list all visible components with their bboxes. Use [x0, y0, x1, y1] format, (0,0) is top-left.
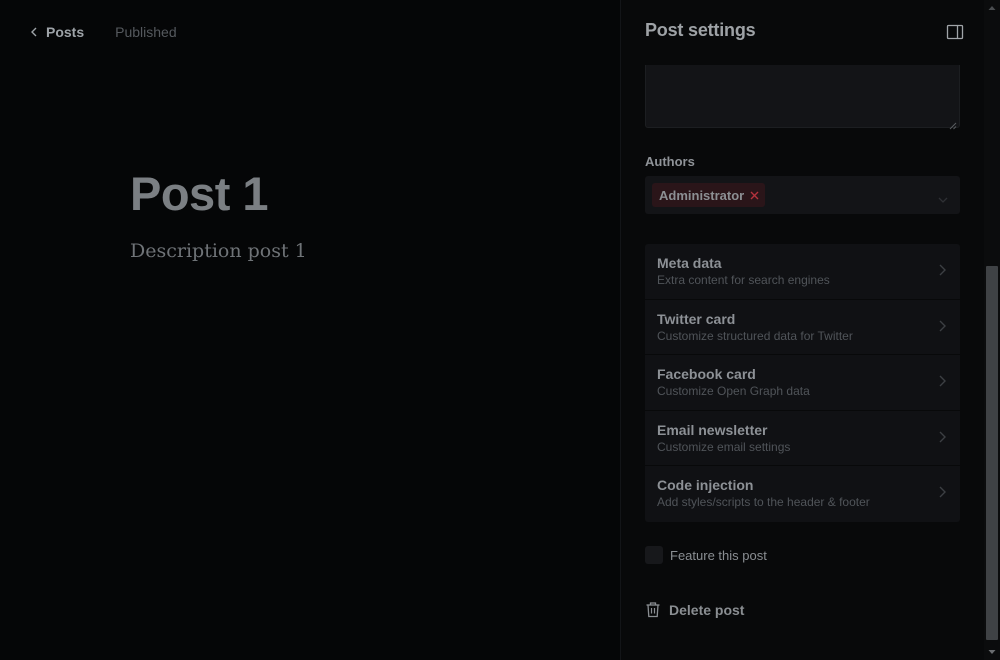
- resize-handle-icon[interactable]: [949, 117, 957, 130]
- post-body[interactable]: Description post 1: [130, 240, 307, 262]
- menu-item-subtitle: Customize Open Graph data: [657, 384, 810, 399]
- settings-menu: Meta data Extra content for search engin…: [645, 244, 960, 522]
- sidebar-toggle-icon[interactable]: [946, 24, 964, 40]
- menu-item-subtitle: Customize email settings: [657, 439, 791, 454]
- back-to-posts-link[interactable]: Posts: [30, 24, 84, 40]
- authors-select[interactable]: Administrator: [645, 176, 960, 214]
- email-newsletter-item[interactable]: Email newsletter Customize email setting…: [645, 411, 960, 467]
- chevron-right-icon: [938, 430, 946, 444]
- chevron-left-icon: [30, 25, 38, 39]
- author-name: Administrator: [659, 187, 745, 203]
- scroll-down-icon[interactable]: [984, 644, 1000, 660]
- back-label: Posts: [46, 24, 85, 40]
- meta-data-item[interactable]: Meta data Extra content for search engin…: [645, 244, 960, 300]
- editor-header: Posts Published: [30, 24, 177, 40]
- excerpt-textarea[interactable]: [645, 65, 960, 130]
- chevron-down-icon: [938, 191, 948, 203]
- feature-post-toggle[interactable]: Feature this post: [645, 546, 767, 564]
- scroll-thumb[interactable]: [986, 266, 998, 640]
- chevron-right-icon: [938, 319, 946, 333]
- menu-item-subtitle: Extra content for search engines: [657, 273, 830, 287]
- twitter-card-item[interactable]: Twitter card Customize structured data f…: [645, 300, 960, 356]
- chevron-right-icon: [938, 485, 946, 499]
- code-injection-item[interactable]: Code injection Add styles/scripts to the…: [645, 466, 960, 522]
- scroll-up-icon[interactable]: [984, 0, 1000, 16]
- panel-title: Post settings: [645, 20, 756, 40]
- post-editor: Posts Published Post 1 Description post …: [0, 0, 620, 660]
- chevron-right-icon: [938, 374, 946, 388]
- author-tag: Administrator: [652, 183, 766, 207]
- menu-item-title: Meta data: [657, 255, 722, 271]
- menu-item-title: Code injection: [657, 477, 754, 494]
- close-icon[interactable]: [750, 191, 759, 200]
- menu-item-subtitle: Customize structured data for Twitter: [657, 328, 853, 343]
- facebook-card-item[interactable]: Facebook card Customize Open Graph data: [645, 355, 960, 411]
- menu-item-subtitle: Add styles/scripts to the header & foote…: [657, 495, 870, 510]
- delete-post-button[interactable]: Delete post: [645, 601, 744, 618]
- menu-item-title: Email newsletter: [657, 421, 768, 438]
- chevron-right-icon: [938, 263, 946, 277]
- menu-item-title: Facebook card: [657, 366, 756, 383]
- post-status: Published: [115, 24, 177, 40]
- feature-label: Feature this post: [670, 547, 767, 563]
- delete-label: Delete post: [669, 601, 745, 618]
- trash-icon: [645, 601, 661, 618]
- post-title[interactable]: Post 1: [130, 166, 269, 221]
- panel-scrollbar[interactable]: [984, 0, 1000, 660]
- menu-item-title: Twitter card: [657, 310, 736, 327]
- authors-label: Authors: [645, 154, 695, 169]
- post-settings-panel: Post settings Authors Administrator Meta…: [620, 0, 984, 660]
- feature-checkbox[interactable]: [645, 546, 663, 564]
